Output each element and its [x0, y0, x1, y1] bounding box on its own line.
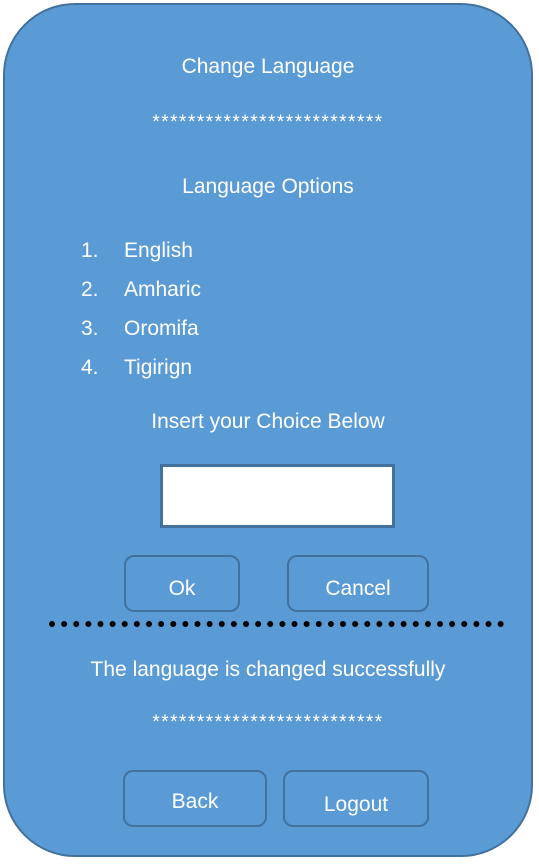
option-number: 3.: [81, 316, 99, 340]
cancel-button[interactable]: Cancel: [287, 555, 429, 612]
choice-input[interactable]: [160, 464, 395, 528]
option-number: 1.: [81, 238, 99, 262]
option-number: 4.: [81, 355, 99, 379]
choice-instruction: Insert your Choice Below: [151, 410, 385, 433]
page-title: Change Language: [181, 55, 355, 78]
star-separator-bottom: **************************: [152, 712, 384, 733]
option-label: Amharic: [124, 277, 202, 301]
back-button[interactable]: Back: [123, 770, 267, 827]
language-option-amharic: 2. Amharic: [81, 270, 201, 309]
language-option-tigirign: 4. Tigirign: [81, 348, 201, 387]
option-label: English: [124, 238, 193, 262]
logout-button[interactable]: Logout: [283, 770, 429, 827]
language-option-oromifa: 3. Oromifa: [81, 309, 201, 348]
language-options-list: 1. English 2. Amharic 3. Oromifa 4. Tigi…: [81, 231, 201, 387]
status-message: The language is changed successfully: [90, 658, 446, 681]
option-number: 2.: [81, 277, 99, 301]
option-label: Tigirign: [124, 355, 193, 379]
language-option-english: 1. English: [81, 231, 201, 270]
star-separator-top: **************************: [152, 112, 384, 133]
language-screen: Change Language ************************…: [3, 3, 533, 857]
options-heading: Language Options: [182, 175, 354, 198]
option-label: Oromifa: [124, 316, 199, 340]
dotted-divider: [49, 621, 504, 627]
ok-button[interactable]: Ok: [124, 555, 240, 612]
